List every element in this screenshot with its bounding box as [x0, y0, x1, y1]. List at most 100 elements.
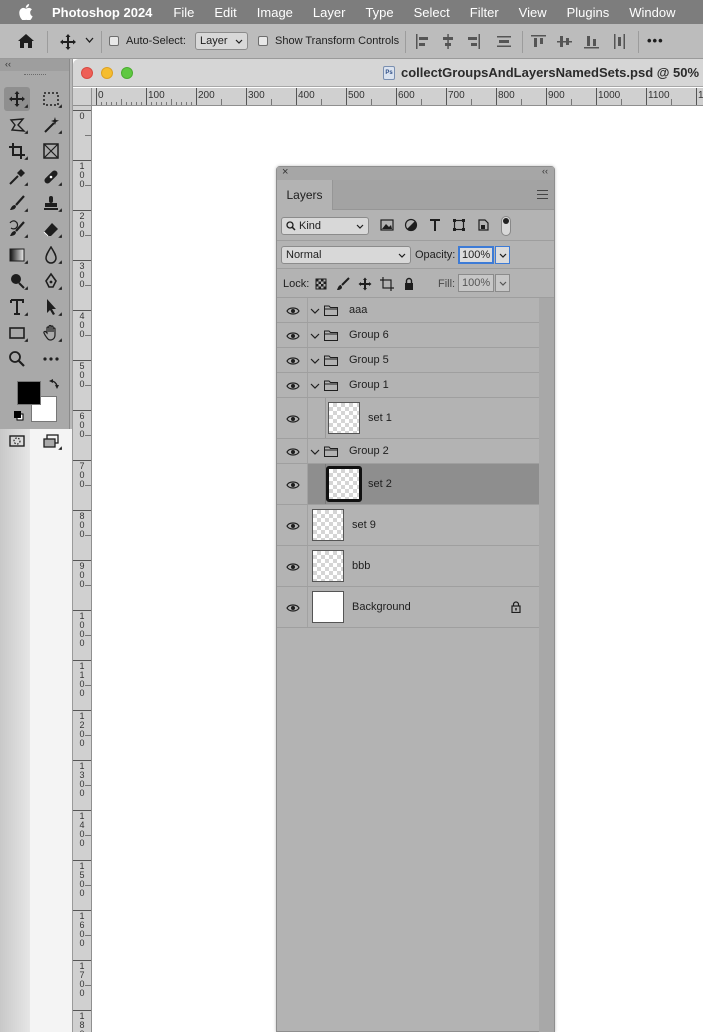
align-left-icon[interactable]: [415, 34, 431, 49]
distribute-vertical-icon[interactable]: [496, 34, 512, 49]
layer-row-group[interactable]: Group 6: [277, 323, 539, 348]
default-colors-icon[interactable]: [14, 408, 24, 421]
lock-icon[interactable]: [511, 601, 521, 613]
panel-menu-icon[interactable]: [537, 190, 548, 199]
collapse-panel-icon[interactable]: ‹‹: [542, 166, 548, 176]
menu-filter[interactable]: Filter: [470, 5, 499, 20]
filter-pixel-icon[interactable]: [379, 217, 395, 233]
layer-name[interactable]: Group 6: [349, 329, 389, 341]
minimize-window-button[interactable]: [101, 67, 113, 79]
layer-row-pixel-selected[interactable]: set 2: [277, 464, 539, 505]
filter-smart-object-icon[interactable]: [475, 217, 491, 233]
quick-mask-icon[interactable]: [4, 429, 30, 453]
dodge-tool-icon[interactable]: [4, 269, 30, 293]
layer-row-pixel[interactable]: bbb: [277, 546, 539, 587]
align-top-icon[interactable]: [531, 34, 547, 49]
layer-row-background[interactable]: Background: [277, 587, 539, 628]
align-right-icon[interactable]: [465, 34, 481, 49]
layers-scrollbar[interactable]: [539, 298, 554, 1032]
clone-stamp-tool-icon[interactable]: [38, 191, 64, 215]
layer-row-pixel[interactable]: set 1: [277, 398, 539, 439]
fill-dropdown-button[interactable]: [495, 274, 510, 292]
eye-icon[interactable]: [286, 356, 300, 366]
layer-name[interactable]: Group 1: [349, 379, 389, 391]
layer-name[interactable]: Group 5: [349, 354, 389, 366]
menu-view[interactable]: View: [519, 5, 547, 20]
eye-icon[interactable]: [286, 447, 300, 457]
opacity-input[interactable]: 100%: [458, 246, 494, 264]
chevron-down-icon[interactable]: [310, 306, 320, 316]
layer-name[interactable]: Background: [352, 601, 411, 613]
menu-layer[interactable]: Layer: [313, 5, 346, 20]
layer-row-group[interactable]: Group 1: [277, 373, 539, 398]
chevron-down-icon[interactable]: [310, 356, 320, 366]
tools-grip[interactable]: [0, 71, 69, 79]
eye-icon[interactable]: [286, 603, 300, 613]
eye-icon[interactable]: [286, 381, 300, 391]
align-middle-icon[interactable]: [557, 34, 573, 49]
menu-window[interactable]: Window: [629, 5, 675, 20]
move-tool-icon[interactable]: [4, 87, 30, 111]
close-window-button[interactable]: [81, 67, 93, 79]
fill-input[interactable]: 100%: [458, 274, 494, 292]
auto-select-dropdown[interactable]: Layer: [195, 32, 248, 50]
layer-row-group[interactable]: aaa: [277, 298, 539, 323]
magic-wand-tool-icon[interactable]: [38, 113, 64, 137]
ruler-origin[interactable]: [73, 88, 92, 106]
align-center-icon[interactable]: [440, 34, 456, 49]
filter-kind-dropdown[interactable]: Kind: [281, 217, 369, 235]
layer-row-group[interactable]: Group 5: [277, 348, 539, 373]
menu-plugins[interactable]: Plugins: [567, 5, 610, 20]
eraser-tool-icon[interactable]: [38, 217, 64, 241]
layer-name[interactable]: aaa: [349, 304, 367, 316]
filter-adjustment-icon[interactable]: [403, 217, 419, 233]
distribute-horizontal-icon[interactable]: [612, 34, 628, 49]
filter-type-icon[interactable]: [427, 217, 443, 233]
menu-image[interactable]: Image: [257, 5, 293, 20]
layer-name[interactable]: Group 2: [349, 445, 389, 457]
blur-tool-icon[interactable]: [38, 243, 64, 267]
eye-icon[interactable]: [286, 414, 300, 424]
close-panel-icon[interactable]: ×: [282, 166, 288, 178]
healing-brush-tool-icon[interactable]: [38, 165, 64, 189]
marquee-tool-icon[interactable]: [38, 87, 64, 111]
horizontal-ruler[interactable]: 0 100 200 300 400 500 600 700 800 900 10…: [92, 88, 703, 106]
lasso-tool-icon[interactable]: [4, 113, 30, 137]
menu-type[interactable]: Type: [365, 5, 393, 20]
layer-row-group[interactable]: Group 2: [277, 439, 539, 464]
lock-transparent-pixels-icon[interactable]: [313, 276, 329, 292]
zoom-window-button[interactable]: [121, 67, 133, 79]
lock-artboard-icon[interactable]: [379, 276, 395, 292]
chevron-down-icon[interactable]: [310, 331, 320, 341]
opacity-dropdown-button[interactable]: [495, 246, 510, 264]
lock-all-icon[interactable]: [401, 276, 417, 292]
eye-icon[interactable]: [286, 562, 300, 572]
eye-icon[interactable]: [286, 521, 300, 531]
gradient-tool-icon[interactable]: [4, 243, 30, 267]
layer-name[interactable]: set 2: [368, 478, 392, 490]
layer-row-pixel[interactable]: set 9: [277, 505, 539, 546]
app-name-menu[interactable]: Photoshop 2024: [52, 5, 152, 20]
filter-toggle-switch[interactable]: [501, 216, 511, 236]
eye-icon[interactable]: [286, 331, 300, 341]
path-selection-tool-icon[interactable]: [38, 295, 64, 319]
screen-mode-icon[interactable]: [38, 429, 64, 453]
tab-layers[interactable]: Layers: [277, 180, 333, 210]
crop-tool-icon[interactable]: [4, 139, 30, 163]
auto-select-checkbox[interactable]: [109, 36, 119, 46]
edit-toolbar-icon[interactable]: [38, 347, 64, 371]
home-icon[interactable]: [17, 33, 35, 49]
pen-tool-icon[interactable]: [38, 269, 64, 293]
history-brush-tool-icon[interactable]: [4, 217, 30, 241]
menu-file[interactable]: File: [173, 5, 194, 20]
swap-colors-icon[interactable]: [49, 376, 61, 389]
eye-icon[interactable]: [286, 480, 300, 490]
align-bottom-icon[interactable]: [584, 34, 600, 49]
layers-panel-titlebar[interactable]: × ‹‹: [277, 166, 554, 180]
apple-icon[interactable]: [0, 4, 52, 20]
show-transform-checkbox[interactable]: [258, 36, 268, 46]
lock-position-icon[interactable]: [357, 276, 373, 292]
lock-image-pixels-icon[interactable]: [335, 276, 351, 292]
chevron-down-icon[interactable]: [310, 447, 320, 457]
menu-select[interactable]: Select: [414, 5, 450, 20]
